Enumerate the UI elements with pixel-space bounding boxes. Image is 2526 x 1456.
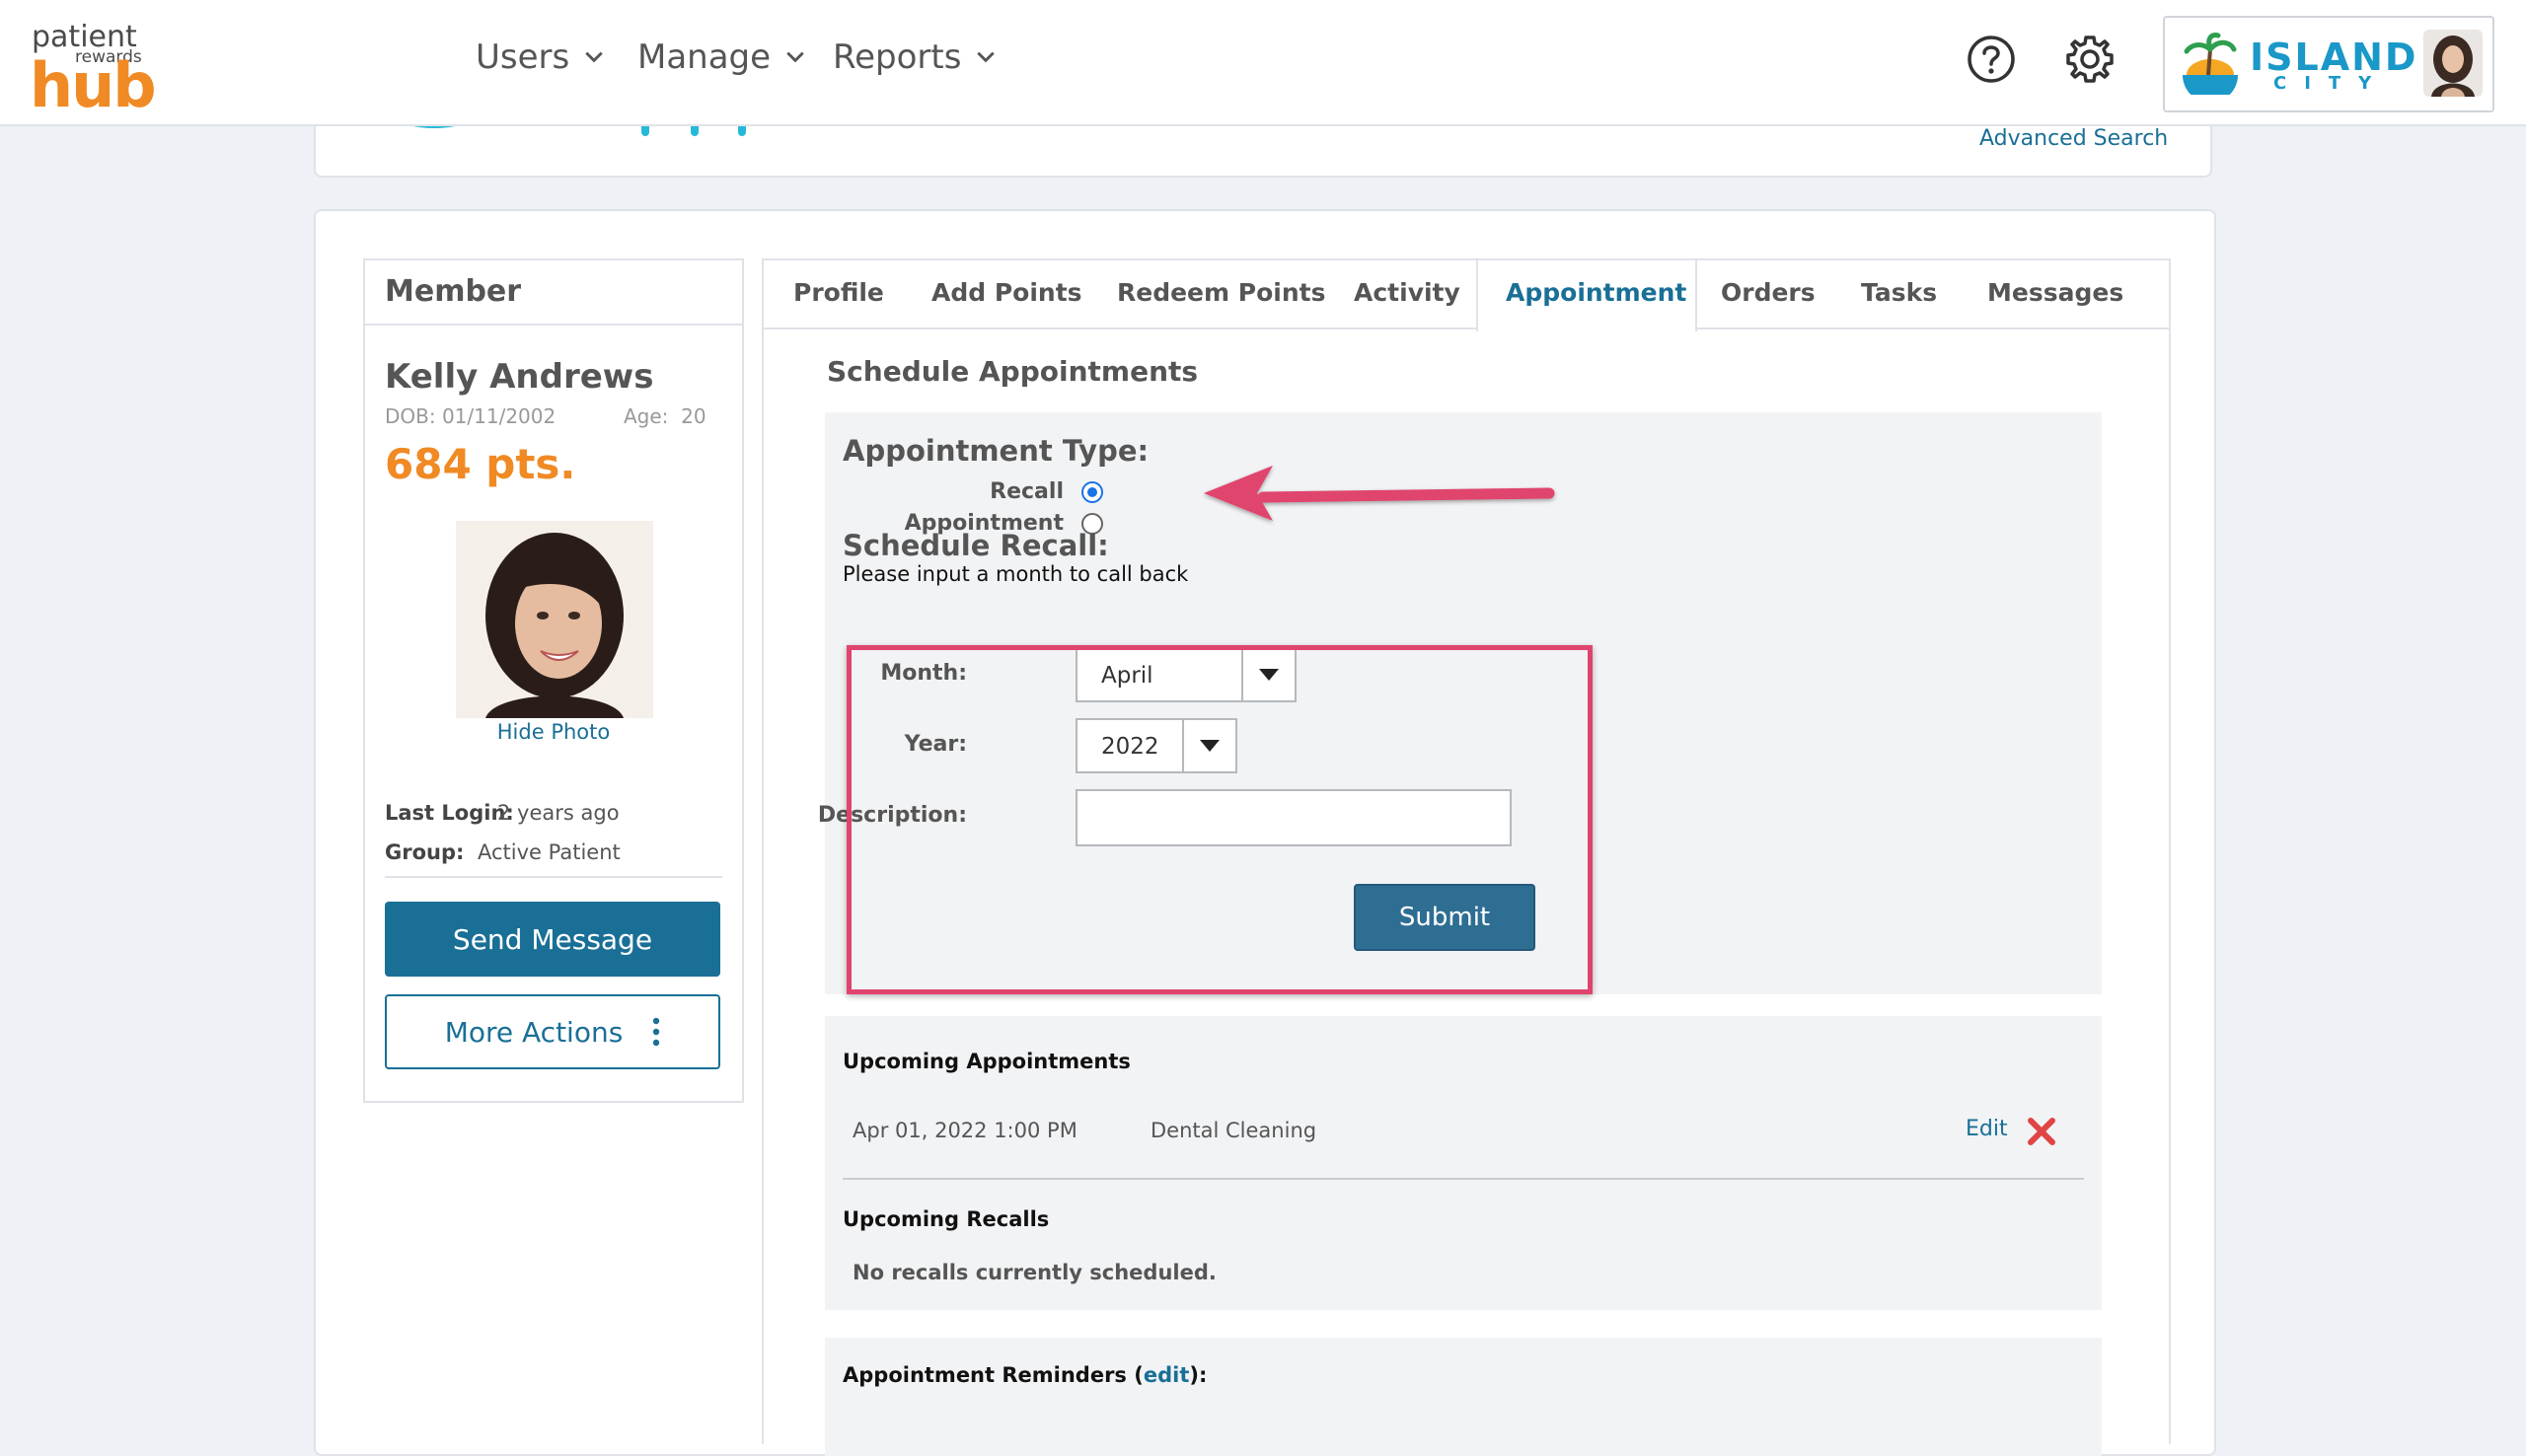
appointment-type-heading: Appointment Type: [843,434,1150,468]
appointment-row: Apr 01, 2022 1:00 PM Dental Cleaning Edi… [825,1111,2102,1160]
tab-profile[interactable]: Profile [793,278,884,307]
tab-tasks[interactable]: Tasks [1861,278,1937,307]
kebab-menu-icon [653,1017,660,1047]
nav-manage[interactable]: Manage [637,37,806,77]
nav-reports[interactable]: Reports [833,37,997,77]
tab-orders[interactable]: Orders [1721,278,1816,307]
hide-photo-link[interactable]: Hide Photo [365,720,742,744]
member-divider [385,876,722,878]
more-actions-button[interactable]: More Actions [385,994,720,1069]
radio-recall[interactable] [1081,481,1103,503]
nav-users-label: Users [476,37,570,77]
schedule-recall-heading: Schedule Recall: [843,529,1109,562]
practice-brand-switcher[interactable]: ISLAND CITY [2163,16,2494,112]
annotation-arrow-icon [1204,466,1555,521]
logo-text-hub: hub [30,49,157,121]
nav-users[interactable]: Users [476,37,605,77]
chevron-down-icon [977,51,996,63]
member-detail-panel: Profile Add Points Redeem Points Activit… [762,258,2171,1456]
chevron-down-icon [786,51,804,63]
tab-appointment[interactable]: Appointment [1506,278,1686,307]
upcoming-section: Upcoming Appointments Apr 01, 2022 1:00 … [825,1016,2102,1310]
tab-activity[interactable]: Activity [1354,278,1460,307]
group-label: Group: [385,840,465,864]
more-actions-label: More Actions [444,1015,624,1049]
upcoming-recalls-title: Upcoming Recalls [843,1207,1050,1231]
send-message-button[interactable]: Send Message [385,902,720,977]
schedule-appointments-title: Schedule Appointments [827,355,1199,388]
patient-rewards-hub-logo[interactable]: patient rewards hub [30,20,158,121]
advanced-search-link[interactable]: Advanced Search [1979,126,2168,151]
brand-subtitle: CITY [2273,73,2390,94]
gear-icon[interactable] [2062,32,2117,87]
island-palm-icon [2183,33,2238,95]
group-value: Active Patient [478,840,621,864]
tab-add-points[interactable]: Add Points [931,278,1082,307]
upcoming-divider [843,1178,2084,1180]
member-photo [456,521,653,718]
top-navigation-bar: patient rewards hub Users Manage Reports… [0,0,2526,126]
member-age-label: Age: [624,404,669,428]
nav-manage-label: Manage [637,37,772,77]
member-points: 684 pts. [385,440,576,488]
no-recalls-message: No recalls currently scheduled. [853,1261,1217,1284]
annotation-highlight-box [847,645,1593,994]
member-name: Kelly Andrews [385,357,654,397]
member-age: Age: 20 [624,404,706,428]
appointment-description: Dental Cleaning [1151,1119,1317,1142]
nav-reports-label: Reports [833,37,962,77]
member-panel-title: Member [385,274,522,309]
appointment-reminders-title: Appointment Reminders (edit): [843,1363,1207,1387]
last-login-label: Last Login: [385,801,514,825]
tab-messages[interactable]: Messages [1987,278,2123,307]
user-avatar[interactable] [2423,30,2483,97]
last-login-value: 2 years ago [497,801,620,825]
reminders-title-text: Appointment Reminders ( [843,1363,1144,1387]
member-panel: Member Kelly Andrews DOB: 01/11/2002 Age… [363,258,744,1103]
help-icon[interactable] [1964,32,2019,87]
member-age-value: 20 [681,404,706,428]
appointment-reminders-section: Appointment Reminders (edit): [825,1338,2102,1456]
schedule-recall-hint: Please input a month to call back [843,562,1189,586]
member-panel-header: Member [365,260,742,326]
chevron-down-icon [585,51,603,63]
reminders-edit-link[interactable]: edit [1144,1363,1190,1387]
member-dob: DOB: 01/11/2002 [385,404,557,428]
upcoming-appointments-title: Upcoming Appointments [843,1050,1131,1073]
delete-icon[interactable] [2027,1117,2056,1146]
appointment-datetime: Apr 01, 2022 1:00 PM [853,1119,1077,1142]
reminders-title-end: ): [1189,1363,1208,1387]
tab-redeem-points[interactable]: Redeem Points [1117,278,1325,307]
send-message-label: Send Message [452,922,653,956]
appointment-edit-link[interactable]: Edit [1966,1117,2008,1141]
radio-recall-label: Recall [990,479,1064,504]
